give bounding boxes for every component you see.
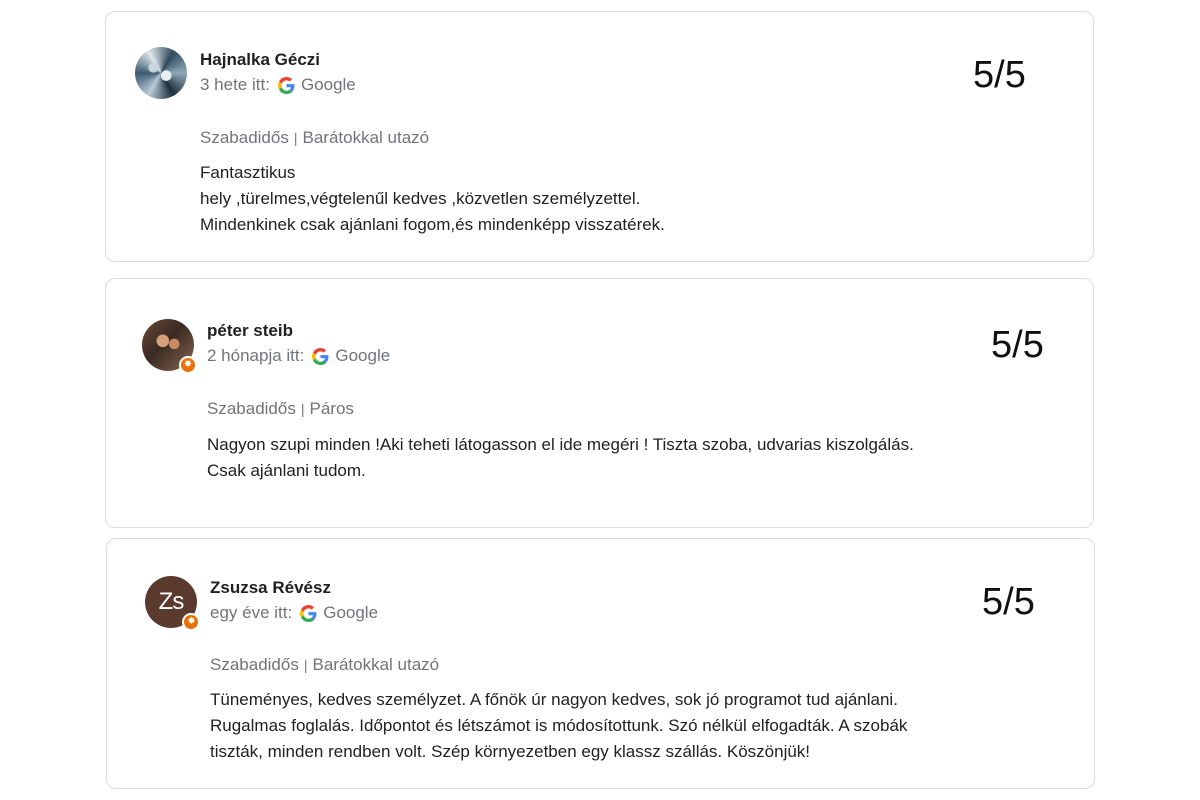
review-tags: Szabadidős | Barátokkal utazó (210, 655, 439, 675)
review-source: Google (335, 346, 391, 365)
review-tag: Szabadidős (200, 128, 289, 147)
reviewer-avatar[interactable]: ✸ (142, 319, 197, 374)
review-tag: Szabadidős (207, 399, 296, 418)
review-card: Hajnalka Géczi 3 hete itt: Google 5/5 Sz… (105, 11, 1094, 262)
review-meta: 2 hónapja itt: Google (207, 346, 390, 366)
review-time: egy éve itt: (210, 603, 293, 622)
review-card: Zs ✸ Zsuzsa Révész egy éve itt: Google 5… (106, 538, 1095, 789)
review-source: Google (323, 603, 379, 622)
review-score: 5/5 (991, 324, 1044, 366)
local-guide-star-icon: ✸ (179, 356, 197, 374)
reviewer-avatar[interactable] (135, 47, 187, 99)
tag-separator: | (293, 130, 298, 146)
google-g-icon (300, 604, 317, 622)
reviewer-name[interactable]: Hajnalka Géczi (200, 50, 320, 70)
tag-separator: | (303, 657, 308, 673)
review-meta: egy éve itt: Google (210, 603, 378, 623)
review-tag: Barátokkal utazó (312, 655, 440, 674)
review-score: 5/5 (973, 54, 1026, 96)
review-time: 2 hónapja itt: (207, 346, 305, 365)
google-g-icon (277, 76, 295, 94)
review-tags: Szabadidős | Barátokkal utazó (200, 128, 429, 148)
review-source: Google (300, 75, 356, 94)
google-g-icon (312, 347, 329, 365)
review-time: 3 hete itt: (200, 75, 270, 94)
review-card: ✸ péter steib 2 hónapja itt: Google 5/5 … (105, 278, 1094, 528)
review-tag: Szabadidős (210, 655, 299, 674)
review-score: 5/5 (982, 581, 1035, 623)
review-text: Tüneményes, kedves személyzet. A főnök ú… (210, 690, 908, 761)
local-guide-star-icon: ✸ (182, 613, 200, 631)
review-text: Fantasztikus hely ,türelmes,végtelenűl k… (200, 163, 665, 234)
review-tag: Barátokkal utazó (302, 128, 430, 147)
review-meta: 3 hete itt: Google (200, 75, 356, 95)
avatar-initials: Zs (158, 588, 185, 615)
reviewer-name[interactable]: Zsuzsa Révész (210, 578, 331, 598)
review-tag: Páros (309, 399, 354, 418)
review-text: Nagyon szupi minden !Aki teheti látogass… (207, 435, 914, 480)
review-tags: Szabadidős | Páros (207, 399, 354, 419)
reviewer-avatar[interactable]: Zs ✸ (145, 576, 200, 631)
reviewer-name[interactable]: péter steib (207, 321, 293, 341)
tag-separator: | (300, 401, 305, 417)
